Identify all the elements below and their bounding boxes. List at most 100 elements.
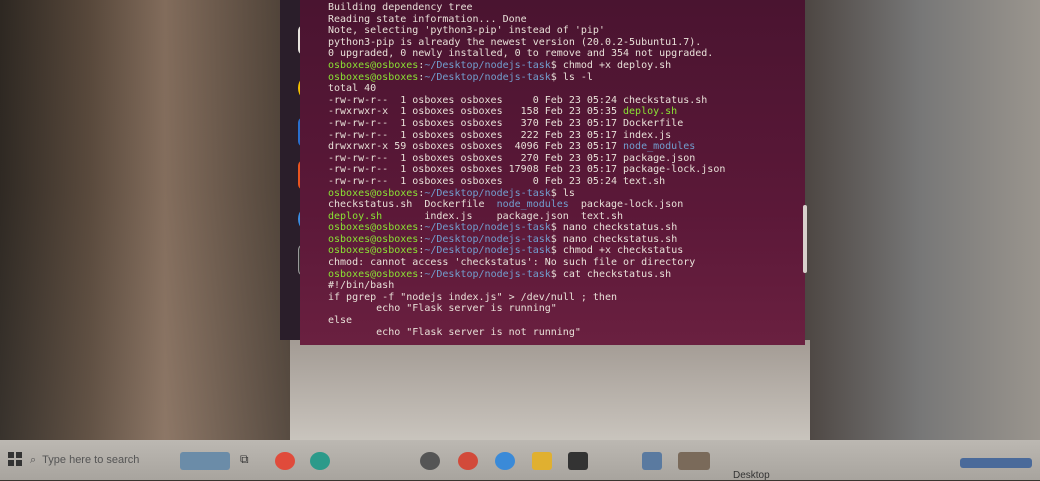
terminal-segment: package-lock.json [568,199,684,211]
terminal-segment: checkstatus.sh Dockerfile [328,199,497,211]
terminal-window[interactable]: Building dependency tree Reading state in… [300,0,805,345]
terminal-segment: -rw-rw-r-- 1 osboxes osboxes 222 Feb 23 … [328,129,672,141]
terminal-line: total 40 [328,83,725,95]
chrome-profile-icon[interactable] [458,452,478,470]
terminal-segment: ~/Desktop/nodejs-task [424,268,551,280]
terminal-segment: osboxes@osboxes [328,59,419,71]
terminal-segment: ~/Desktop/nodejs-task [424,233,551,245]
terminal-segment: $ chmod +x checkstatus [550,245,684,257]
terminal-line: osboxes@osboxes:~/Desktop/nodejs-task$ c… [328,60,725,72]
terminal-segment: deploy.sh [328,210,383,222]
terminal-segment: $ ls -l [550,71,593,83]
terminal-line: osboxes@osboxes:~/Desktop/nodejs-task$ l… [328,188,725,200]
app-icon-2[interactable] [495,452,515,470]
terminal-line: drwxrwxr-x 59 osboxes osboxes 4096 Feb 2… [328,141,725,153]
terminal-line: checkstatus.sh Dockerfile node_modules p… [328,199,725,211]
terminal-segment: else [328,315,353,327]
desktop-toolbar-label[interactable]: Desktop [733,470,770,481]
terminal-segment: deploy.sh [623,106,678,118]
terminal-scrollbar[interactable] [803,205,807,273]
terminal-line: chmod: cannot access 'checkstatus': No s… [328,257,725,269]
edge-icon[interactable] [310,452,330,470]
terminal-segment: -rw-rw-r-- 1 osboxes osboxes 0 Feb 23 05… [328,94,708,106]
terminal-segment: osboxes@osboxes [328,71,419,83]
terminal-segment: python3-pip is already the newest versio… [328,36,702,48]
terminal-segment: osboxes@osboxes [328,187,419,199]
terminal-segment: total 40 [328,83,377,95]
terminal-line: python3-pip is already the newest versio… [328,37,725,49]
terminal-segment: ~/Desktop/nodejs-task [424,71,551,83]
app-icon-1[interactable] [420,452,440,470]
terminal-line: -rw-rw-r-- 1 osboxes osboxes 0 Feb 23 05… [328,176,725,188]
cortana-people-icon[interactable] [180,452,230,470]
terminal-segment: -rw-rw-r-- 1 osboxes osboxes 270 Feb 23 … [328,152,696,164]
terminal-line: osboxes@osboxes:~/Desktop/nodejs-task$ n… [328,222,725,234]
terminal-segment: -rw-rw-r-- 1 osboxes osboxes 0 Feb 23 05… [328,175,666,187]
terminal-segment: $ nano checkstatus.sh [550,233,678,245]
terminal-segment: $ chmod +x deploy.sh [550,59,672,71]
virtualbox-icon[interactable] [642,452,662,470]
terminal-line: if pgrep -f "nodejs index.js" > /dev/nul… [328,292,725,304]
search-icon: ⌕ [30,453,37,466]
terminal-segment: echo "Flask server is not running" [328,326,581,338]
background-photo-right [800,0,1040,440]
terminal-line: osboxes@osboxes:~/Desktop/nodejs-task$ c… [328,269,725,281]
task-view-icon[interactable]: ⧉ [240,452,260,470]
file-explorer-icon[interactable] [532,452,552,470]
taskbar-search[interactable]: ⌕ Type here to search [30,446,170,474]
terminal-line: -rw-rw-r-- 1 osboxes osboxes 17908 Feb 2… [328,164,725,176]
terminal-line: -rw-rw-r-- 1 osboxes osboxes 0 Feb 23 05… [328,95,725,107]
terminal-segment: osboxes@osboxes [328,233,419,245]
windows-start-icon[interactable] [8,452,22,466]
terminal-segment: echo "Flask server is running" [328,303,557,315]
terminal-line: echo "Flask server is not running" [328,327,725,339]
terminal-segment: osboxes@osboxes [328,245,419,257]
vm-window-icon[interactable] [678,452,710,470]
terminal-segment: drwxrwxr-x 59 osboxes osboxes 4096 Feb 2… [328,141,624,153]
terminal-line: deploy.sh index.js package.json text.sh [328,211,725,223]
terminal-taskbar-icon[interactable] [568,452,588,470]
terminal-line: osboxes@osboxes:~/Desktop/nodejs-task$ n… [328,234,725,246]
terminal-line: 0 upgraded, 0 newly installed, 0 to remo… [328,48,725,60]
background-photo-left [0,0,300,440]
terminal-line: else [328,315,725,327]
terminal-output: Building dependency tree Reading state in… [328,2,725,338]
search-placeholder: Type here to search [42,454,140,466]
terminal-line: -rwxrwxr-x 1 osboxes osboxes 158 Feb 23 … [328,106,725,118]
terminal-line: Reading state information... Done [328,14,725,26]
terminal-line: -rw-rw-r-- 1 osboxes osboxes 370 Feb 23 … [328,118,725,130]
terminal-segment: node_modules [496,199,569,211]
terminal-segment: #!/bin/bash [328,280,395,292]
chrome-icon[interactable] [275,452,295,470]
terminal-line: #!/bin/bash [328,280,725,292]
terminal-segment: osboxes@osboxes [328,268,419,280]
terminal-segment: $ nano checkstatus.sh [550,222,678,234]
terminal-segment: Note, selecting 'python3-pip' instead of… [328,25,605,37]
terminal-line: Building dependency tree [328,2,725,14]
terminal-segment: 0 upgraded, 0 newly installed, 0 to remo… [328,48,714,60]
terminal-segment: $ ls [550,187,575,199]
terminal-segment: -rwxrwxr-x 1 osboxes osboxes 158 Feb 23 … [328,106,624,118]
terminal-segment: chmod: cannot access 'checkstatus': No s… [328,257,696,269]
terminal-segment: ~/Desktop/nodejs-task [424,59,551,71]
terminal-line: Note, selecting 'python3-pip' instead of… [328,25,725,37]
terminal-segment: node_modules [623,141,696,153]
terminal-line: -rw-rw-r-- 1 osboxes osboxes 270 Feb 23 … [328,153,725,165]
terminal-segment: ~/Desktop/nodejs-task [424,187,551,199]
terminal-segment: -rw-rw-r-- 1 osboxes osboxes 370 Feb 23 … [328,117,684,129]
terminal-segment: Reading state information... Done [328,13,527,25]
terminal-line: echo "Flask server is running" [328,303,725,315]
terminal-segment: osboxes@osboxes [328,222,419,234]
terminal-segment: index.js package.json text.sh [382,210,624,222]
terminal-segment: -rw-rw-r-- 1 osboxes osboxes 17908 Feb 2… [328,164,726,176]
terminal-segment: $ cat checkstatus.sh [550,268,672,280]
terminal-segment: Building dependency tree [328,2,473,13]
system-tray-icons[interactable] [960,458,1032,468]
monitor-bezel-glare [290,340,810,440]
terminal-segment: if pgrep -f "nodejs index.js" > /dev/nul… [328,291,617,303]
terminal-segment: ~/Desktop/nodejs-task [424,222,551,234]
terminal-line: osboxes@osboxes:~/Desktop/nodejs-task$ c… [328,245,725,257]
terminal-segment: ~/Desktop/nodejs-task [424,245,551,257]
terminal-line: osboxes@osboxes:~/Desktop/nodejs-task$ l… [328,72,725,84]
terminal-line: -rw-rw-r-- 1 osboxes osboxes 222 Feb 23 … [328,130,725,142]
